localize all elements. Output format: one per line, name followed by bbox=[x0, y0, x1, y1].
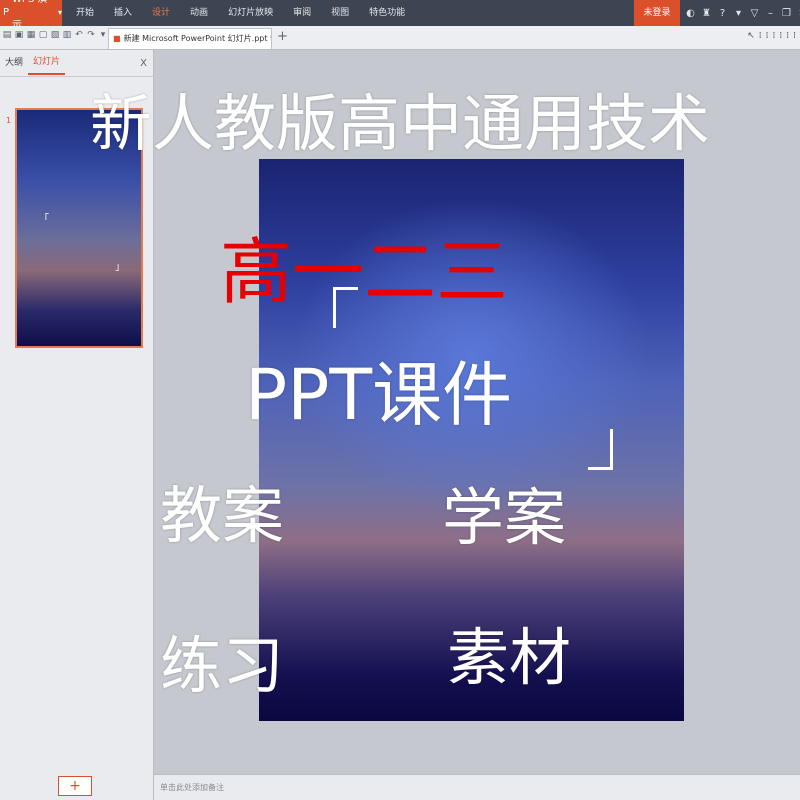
bracket-mark: 「 bbox=[39, 214, 49, 225]
dots-icon[interactable]: ⁞ bbox=[759, 31, 762, 41]
panel-close-button[interactable]: X bbox=[140, 58, 147, 69]
overlay-grades: 高一二三 bbox=[220, 230, 509, 314]
skin-icon[interactable]: ◐ bbox=[684, 8, 697, 19]
document-tab[interactable]: ■ 新建 Microsoft PowerPoint 幻灯片.ppt * ✕ bbox=[108, 28, 272, 49]
overlay-word-exercise: 练习 bbox=[160, 629, 285, 702]
tab-slides[interactable]: 幻灯片 bbox=[28, 51, 66, 75]
add-slide-button[interactable]: + bbox=[58, 776, 92, 796]
pdf-icon[interactable]: ▥ bbox=[62, 30, 72, 40]
bracket-bottom-right bbox=[588, 429, 613, 470]
document-tab-label: 新建 Microsoft PowerPoint 幻灯片.ppt * bbox=[123, 34, 272, 43]
tab-outline[interactable]: 大纲 bbox=[0, 50, 28, 76]
chevron-down-icon: ▾ bbox=[57, 8, 62, 17]
menu-item-view[interactable]: 视图 bbox=[321, 0, 359, 26]
dots-icon[interactable]: ⁞ bbox=[786, 31, 789, 41]
menu-item-special[interactable]: 特色功能 bbox=[359, 0, 415, 26]
notes-placeholder: 单击此处添加备注 bbox=[160, 783, 224, 792]
preview-icon[interactable]: ▢ bbox=[38, 30, 48, 40]
new-tab-button[interactable]: + bbox=[277, 29, 288, 44]
chevron-down-icon[interactable]: ▾ bbox=[98, 30, 108, 40]
print-icon[interactable]: ▦ bbox=[26, 30, 36, 40]
title-bar: P WPS 演示 ▾ 开始 插入 设计 动画 幻灯片放映 审阅 视图 特色功能 … bbox=[0, 0, 800, 31]
overlay-word-material: 素材 bbox=[447, 621, 572, 694]
dots-icon[interactable]: ⁞ bbox=[793, 31, 796, 41]
overlay-title: 新人教版高中通用技术 bbox=[89, 87, 710, 160]
menu-item-insert[interactable]: 插入 bbox=[104, 0, 142, 26]
menu-item-review[interactable]: 审阅 bbox=[283, 0, 321, 26]
dots-icon[interactable]: ⁞ bbox=[773, 31, 776, 41]
right-toolbar: ↖ ⁞ ⁞ ⁞ ⁞ ⁞ ⁞ bbox=[747, 31, 796, 41]
overlay-ppt: PPT课件 bbox=[245, 354, 513, 436]
dots-icon[interactable]: ⁞ bbox=[766, 31, 769, 41]
feedback-icon[interactable]: ▽ bbox=[748, 8, 761, 19]
menu-item-design[interactable]: 设计 bbox=[142, 0, 180, 26]
window-controls: ◐ ♜ ? ▾ ▽ – ❐ ✕ bbox=[684, 0, 800, 26]
menu-item-animation[interactable]: 动画 bbox=[180, 0, 218, 26]
minimize-icon[interactable]: – bbox=[764, 8, 777, 19]
overlay-word-study-plan: 学案 bbox=[442, 481, 567, 554]
panel-tabs: 大纲 幻灯片 X bbox=[0, 50, 153, 77]
document-tab-bar: ▤ ▣ ▦ ▢ ▧ ▥ ↶ ↷ ▾ ✓ ■ 新建 Microsoft Power… bbox=[0, 26, 800, 50]
export-icon[interactable]: ▧ bbox=[50, 30, 60, 40]
menu-item-slideshow[interactable]: 幻灯片放映 bbox=[218, 0, 283, 26]
shirt-icon[interactable]: ♜ bbox=[700, 8, 713, 19]
bracket-mark: 」 bbox=[115, 262, 125, 273]
open-folder-icon[interactable]: ▤ bbox=[2, 30, 12, 40]
restore-icon[interactable]: ❐ bbox=[780, 8, 793, 19]
wps-app-menu-button[interactable]: P WPS 演示 ▾ bbox=[0, 0, 62, 31]
undo-icon[interactable]: ↶ bbox=[74, 30, 84, 40]
overlay-word-lesson-plan: 教案 bbox=[160, 479, 285, 552]
cursor-icon[interactable]: ↖ bbox=[747, 31, 755, 41]
notes-area[interactable]: 单击此处添加备注 bbox=[154, 774, 800, 800]
dots-icon[interactable]: ⁞ bbox=[779, 31, 782, 41]
redo-icon[interactable]: ↷ bbox=[86, 30, 96, 40]
menu-item-home[interactable]: 开始 bbox=[66, 0, 104, 26]
login-button[interactable]: 未登录 bbox=[634, 0, 680, 26]
help-icon[interactable]: ? bbox=[716, 8, 729, 19]
quick-access-toolbar: ▤ ▣ ▦ ▢ ▧ ▥ ↶ ↷ ▾ ✓ bbox=[2, 30, 120, 40]
chevron-down-icon[interactable]: ▾ bbox=[732, 8, 745, 19]
save-icon[interactable]: ▣ bbox=[14, 30, 24, 40]
wps-logo-icon: P bbox=[3, 7, 10, 18]
ppt-file-icon: ■ bbox=[113, 34, 121, 43]
close-icon[interactable]: ✕ bbox=[796, 8, 800, 19]
main-menu: 开始 插入 设计 动画 幻灯片放映 审阅 视图 特色功能 bbox=[66, 0, 415, 26]
